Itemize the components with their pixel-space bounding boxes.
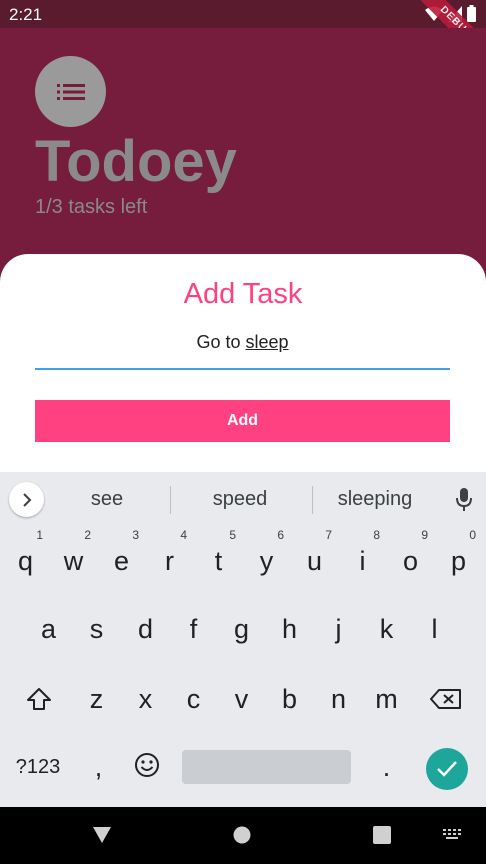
back-icon[interactable] <box>92 826 112 844</box>
input-composing-word: sleep <box>245 332 289 352</box>
space-bar[interactable] <box>182 750 351 784</box>
key-label: u <box>306 545 323 576</box>
key-hint: 8 <box>373 528 380 542</box>
key-s[interactable]: s <box>74 604 119 654</box>
key-i[interactable]: 8i <box>340 528 385 586</box>
list-avatar <box>35 56 106 127</box>
emoji-key[interactable] <box>124 740 169 790</box>
key-u[interactable]: 7u <box>292 528 337 586</box>
key-label: i <box>359 545 366 576</box>
key-hint: 2 <box>84 528 91 542</box>
key-hint: 4 <box>180 528 187 542</box>
navigation-bar <box>0 807 486 864</box>
sheet-title: Add Task <box>183 278 303 310</box>
key-label: o <box>402 545 419 576</box>
key-hint: 5 <box>229 528 236 542</box>
shift-key[interactable] <box>14 674 64 724</box>
suggestion-divider <box>170 486 171 514</box>
key-v[interactable]: v <box>219 674 264 724</box>
key-hint: 0 <box>469 528 476 542</box>
key-j[interactable]: j <box>316 604 361 654</box>
tasks-left-count: 1/3 tasks left <box>35 196 148 218</box>
key-h[interactable]: h <box>267 604 312 654</box>
key-hint: 9 <box>421 528 428 542</box>
key-a[interactable]: a <box>26 604 71 654</box>
key-g[interactable]: g <box>219 604 264 654</box>
key-row-2: a s d f g h j k l <box>0 604 486 654</box>
key-z[interactable]: z <box>74 674 119 724</box>
key-t[interactable]: 5t <box>196 528 241 586</box>
key-label: w <box>63 545 84 576</box>
key-label: p <box>450 545 467 576</box>
key-row-1: 1q 2w 3e 4r 5t 6y 7u 8i 9o 0p <box>0 528 486 586</box>
key-o[interactable]: 9o <box>388 528 433 586</box>
key-label: e <box>113 545 130 576</box>
key-f[interactable]: f <box>171 604 216 654</box>
symbols-key[interactable]: ?123 <box>8 742 68 792</box>
key-hint: 7 <box>325 528 332 542</box>
status-bar: 2:21 <box>0 0 486 28</box>
emoji-icon <box>134 753 159 777</box>
key-label: r <box>165 545 174 576</box>
key-label: y <box>259 545 274 576</box>
list-icon <box>56 83 85 100</box>
add-button[interactable]: Add <box>35 400 450 442</box>
key-c[interactable]: c <box>171 674 216 724</box>
input-prefix-text: Go to <box>196 332 246 352</box>
key-p[interactable]: 0p <box>436 528 481 586</box>
add-task-sheet: Add Task Go to sleep Add <box>0 254 486 484</box>
shift-icon <box>27 688 51 710</box>
key-hint: 1 <box>36 528 43 542</box>
key-r[interactable]: 4r <box>147 528 192 586</box>
key-label: t <box>214 545 223 576</box>
suggestion-1[interactable]: see <box>72 488 142 511</box>
key-m[interactable]: m <box>364 674 409 724</box>
chevron-right-icon <box>22 492 31 507</box>
microphone-icon[interactable] <box>456 488 472 512</box>
keyboard-switch-icon[interactable] <box>443 829 463 841</box>
status-time: 2:21 <box>9 5 43 24</box>
expand-toolbar-button[interactable] <box>9 482 44 517</box>
backspace-key[interactable] <box>420 674 472 724</box>
suggestion-3[interactable]: sleeping <box>325 488 425 511</box>
key-x[interactable]: x <box>123 674 168 724</box>
comma-key[interactable]: , <box>76 742 121 792</box>
key-hint: 6 <box>277 528 284 542</box>
key-row-4: ?123 , . <box>0 748 486 800</box>
key-label: q <box>17 545 34 576</box>
task-input[interactable]: Go to sleep <box>35 328 450 370</box>
key-l[interactable]: l <box>412 604 457 654</box>
key-n[interactable]: n <box>316 674 361 724</box>
key-b[interactable]: b <box>267 674 312 724</box>
suggestion-2[interactable]: speed <box>190 488 290 511</box>
recents-icon[interactable] <box>373 826 391 844</box>
period-key[interactable]: . <box>364 742 409 792</box>
checkmark-icon <box>437 761 457 777</box>
key-y[interactable]: 6y <box>244 528 289 586</box>
app-title: Todoey <box>35 129 237 194</box>
suggestion-divider <box>312 486 313 514</box>
enter-key[interactable] <box>426 748 468 790</box>
suggestion-bar: see speed sleeping <box>0 472 486 528</box>
battery-icon <box>467 5 476 22</box>
key-row-3: z x c v b n m <box>0 674 486 724</box>
key-d[interactable]: d <box>123 604 168 654</box>
backspace-icon <box>430 689 461 709</box>
key-hint: 3 <box>132 528 139 542</box>
key-q[interactable]: 1q <box>3 528 48 586</box>
key-e[interactable]: 3e <box>99 528 144 586</box>
home-icon[interactable] <box>233 826 251 844</box>
key-w[interactable]: 2w <box>51 528 96 586</box>
soft-keyboard: see speed sleeping 1q 2w 3e 4r 5t 6y 7u … <box>0 472 486 807</box>
key-k[interactable]: k <box>364 604 409 654</box>
